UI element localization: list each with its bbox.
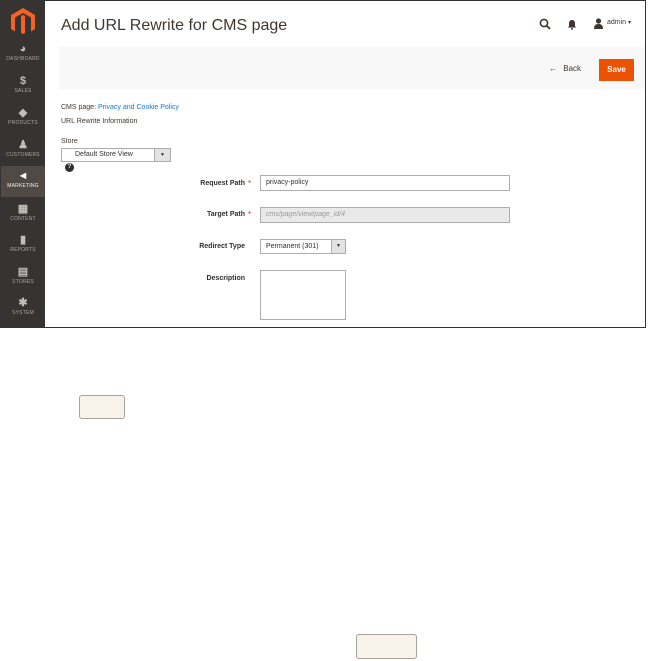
- section-title: URL Rewrite Information: [61, 118, 138, 125]
- required-indicator: *: [248, 210, 252, 219]
- nav-label: DASHBOARD: [6, 56, 40, 62]
- nav-content[interactable]: ▦ CONTENT: [1, 199, 45, 230]
- nav-stores[interactable]: ▤ STORES: [1, 262, 45, 293]
- callout-box: [79, 395, 125, 419]
- redirect-type-value: Permanent (301): [266, 243, 319, 250]
- search-icon[interactable]: [539, 18, 551, 30]
- required-indicator: *: [248, 179, 252, 188]
- admin-user-menu[interactable]: admin ▾: [607, 19, 631, 26]
- target-path-label: Target Path: [207, 211, 245, 218]
- request-path-label: Request Path: [200, 180, 245, 187]
- cms-page-info: CMS page: Privacy and Cookie Policy: [61, 104, 179, 111]
- nav-label: SYSTEM: [12, 310, 34, 316]
- nav-label: PRODUCTS: [8, 120, 38, 126]
- screenshot-frame: ◕ DASHBOARD $ SALES ◆ PRODUCTS ♟ CUSTOME…: [0, 0, 646, 328]
- person-icon: ♟: [18, 139, 28, 151]
- nav-sales[interactable]: $ SALES: [1, 71, 45, 102]
- target-path-input: cms/page/view/page_id/4: [260, 207, 510, 223]
- back-label: Back: [563, 64, 582, 73]
- nav-system[interactable]: ✱ SYSTEM: [1, 293, 45, 324]
- chevron-down-icon: ▾: [628, 20, 632, 26]
- user-icon: [594, 18, 603, 29]
- store-select[interactable]: Default Store View ▼: [61, 148, 171, 162]
- dashboard-icon: ◕: [19, 43, 27, 55]
- chevron-down-icon: ▼: [331, 240, 345, 253]
- admin-sidebar: ◕ DASHBOARD $ SALES ◆ PRODUCTS ♟ CUSTOME…: [1, 1, 45, 327]
- dollar-icon: $: [19, 75, 27, 87]
- nav-label: SALES: [14, 88, 32, 94]
- redirect-type-select[interactable]: Permanent (301) ▼: [260, 239, 346, 254]
- back-button[interactable]: ← Back: [549, 64, 581, 73]
- nav-label: CUSTOMERS: [6, 152, 40, 158]
- store-label: Store: [61, 138, 78, 145]
- description-textarea[interactable]: [260, 270, 346, 320]
- cms-page-prefix: CMS page:: [61, 104, 97, 111]
- nav-customers[interactable]: ♟ CUSTOMERS: [1, 135, 45, 166]
- chevron-down-icon: ▼: [154, 149, 170, 161]
- bell-icon[interactable]: [567, 19, 577, 30]
- store-select-value: Default Store View: [75, 151, 133, 158]
- nav-marketing[interactable]: ◄ MARKETING: [1, 166, 45, 197]
- save-button[interactable]: Save: [599, 59, 634, 81]
- cms-page-link[interactable]: Privacy and Cookie Policy: [98, 104, 179, 111]
- layout-icon: ▦: [17, 203, 29, 215]
- nav-label: REPORTS: [10, 247, 36, 253]
- nav-label: MARKETING: [7, 183, 39, 189]
- nav-products[interactable]: ◆ PRODUCTS: [1, 103, 45, 134]
- callout-box: [356, 634, 417, 659]
- arrow-left-icon: ←: [549, 64, 557, 73]
- admin-username: admin: [607, 19, 627, 26]
- redirect-type-label: Redirect Type: [199, 243, 245, 250]
- nav-reports[interactable]: ▮ REPORTS: [1, 230, 45, 261]
- bar-chart-icon: ▮: [19, 234, 27, 246]
- description-label: Description: [206, 275, 245, 282]
- megaphone-icon: ◄: [17, 170, 29, 182]
- magento-logo-icon[interactable]: [8, 6, 38, 36]
- cube-icon: ◆: [18, 107, 28, 119]
- help-icon[interactable]: ?: [65, 163, 74, 172]
- gear-icon: ✱: [18, 297, 28, 309]
- nav-dashboard[interactable]: ◕ DASHBOARD: [1, 39, 45, 70]
- nav-label: STORES: [12, 279, 34, 285]
- request-path-input[interactable]: privacy-policy: [260, 175, 510, 191]
- nav-label: CONTENT: [10, 216, 36, 222]
- store-icon: ▤: [17, 266, 29, 278]
- page-title: Add URL Rewrite for CMS page: [61, 17, 288, 34]
